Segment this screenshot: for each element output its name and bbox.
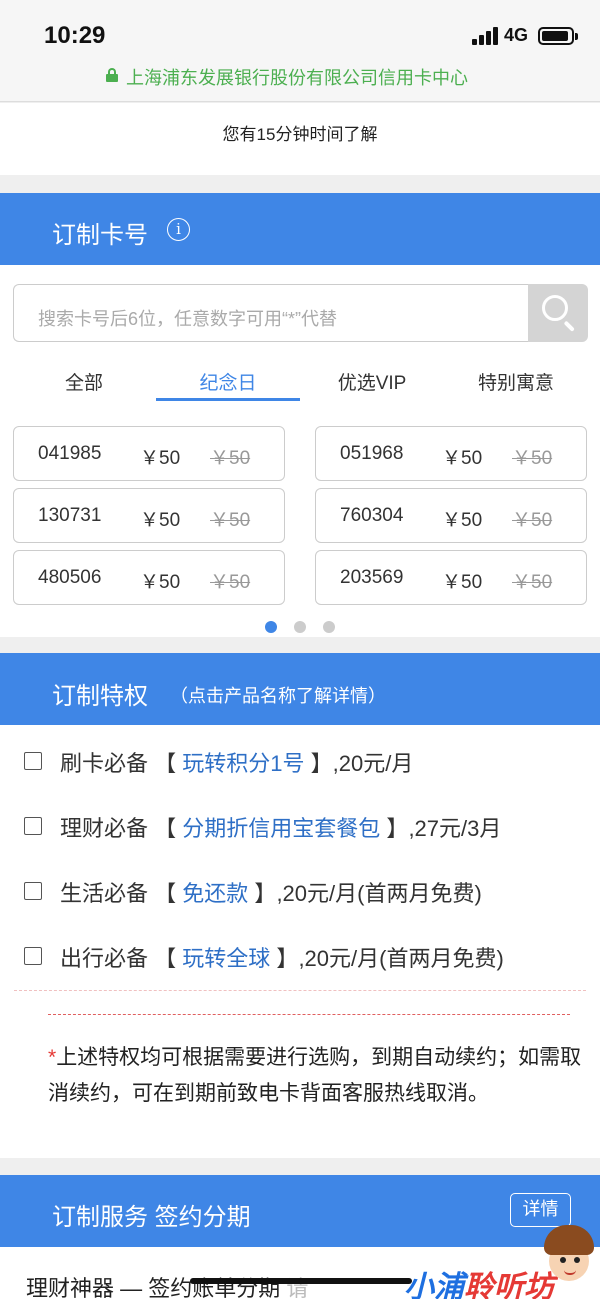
bracket-open: 【 <box>154 881 177 906</box>
tab-special-meaning[interactable]: 特别寓意 <box>444 368 588 395</box>
battery-icon <box>538 27 578 45</box>
privilege-checkbox[interactable] <box>24 817 42 835</box>
card-number: 480506 <box>38 567 102 588</box>
home-indicator <box>190 1278 412 1284</box>
page-dot-3[interactable] <box>323 621 335 633</box>
active-tab-indicator <box>156 398 300 401</box>
privilege-product-link[interactable]: 玩转积分1号 <box>182 751 304 776</box>
privilege-item: 理财必备 【 分期折信用宝套餐包 】,27元/3月 <box>0 807 600 847</box>
bracket-close: 】 <box>310 751 333 776</box>
card-original-price: ￥50 <box>210 572 251 593</box>
card-number: 130731 <box>38 505 102 526</box>
status-time: 10:29 <box>44 22 106 49</box>
divider <box>48 1014 570 1015</box>
bracket-close: 】 <box>386 816 409 841</box>
network-type: 4G <box>504 25 529 45</box>
privilege-item: 出行必备 【 玩转全球 】,20元/月(首两月免费) <box>0 937 600 977</box>
renewal-note: *上述特权均可根据需要进行选购，到期自动续约；如需取消续约，可在到期前致电卡背面… <box>48 1040 588 1112</box>
card-original-price: ￥50 <box>210 448 251 469</box>
card-original-price: ￥50 <box>210 510 251 531</box>
card-price: ￥50 <box>140 510 181 531</box>
page-dot-2[interactable] <box>294 621 306 633</box>
service-title: 订制服务 签约分期 <box>52 1204 251 1231</box>
privilege-checkbox[interactable] <box>24 752 42 770</box>
card-number-option[interactable]: 130731 ￥50 ￥50 <box>13 488 285 543</box>
privilege-price: ,20元/月 <box>332 751 414 776</box>
card-number: 051968 <box>340 443 404 464</box>
card-price: ￥50 <box>442 448 483 469</box>
info-icon[interactable]: i <box>167 218 190 241</box>
bracket-open: 【 <box>154 751 177 776</box>
bracket-open: 【 <box>154 946 177 971</box>
privilege-product-link[interactable]: 免还款 <box>182 881 248 906</box>
card-price: ￥50 <box>442 510 483 531</box>
card-price: ￥50 <box>442 572 483 593</box>
privilege-checkbox[interactable] <box>24 947 42 965</box>
watermark-logo: 小浦聆听坊 <box>404 1271 554 1299</box>
privilege-price: ,20元/月(首两月免费) <box>276 881 482 906</box>
privilege-category: 出行必备 <box>60 946 149 971</box>
privilege-category: 生活必备 <box>60 881 149 906</box>
card-number: 760304 <box>340 505 404 526</box>
divider <box>14 990 586 991</box>
search-icon <box>542 295 568 321</box>
privilege-category: 理财必备 <box>60 816 149 841</box>
tab-vip[interactable]: 优选VIP <box>300 368 444 395</box>
privilege-product-link[interactable]: 玩转全球 <box>182 946 270 971</box>
privileges-subtitle: （点击产品名称了解详情） <box>170 686 386 706</box>
required-star: * <box>48 1046 57 1069</box>
bracket-close: 】 <box>276 946 299 971</box>
privilege-checkbox[interactable] <box>24 882 42 900</box>
mascot-avatar-icon <box>540 1225 598 1295</box>
renewal-note-text: 上述特权均可根据需要进行选购，到期自动续约；如需取消续约，可在到期前致电卡背面客… <box>48 1046 582 1105</box>
tab-all[interactable]: 全部 <box>12 368 156 395</box>
privilege-price: ,27元/3月 <box>408 816 502 841</box>
privilege-item: 刷卡必备 【 玩转积分1号 】,20元/月 <box>0 742 600 782</box>
tab-anniversary[interactable]: 纪念日 <box>156 368 300 395</box>
privilege-category: 刷卡必备 <box>60 751 149 776</box>
notice-text: 您有15分钟时间了解 <box>222 125 378 144</box>
card-price: ￥50 <box>140 572 181 593</box>
privilege-item: 生活必备 【 免还款 】,20元/月(首两月免费) <box>0 872 600 912</box>
card-number: 203569 <box>340 567 404 588</box>
card-number-option[interactable]: 480506 ￥50 ￥50 <box>13 550 285 605</box>
lock-icon <box>106 68 118 82</box>
page-dot-1[interactable] <box>265 621 277 633</box>
details-button[interactable]: 详情 <box>510 1193 571 1227</box>
privilege-product-link[interactable]: 分期折信用宝套餐包 <box>182 816 380 841</box>
card-number-option[interactable]: 041985 ￥50 ￥50 <box>13 426 285 481</box>
card-original-price: ￥50 <box>512 510 553 531</box>
signal-strength-icon <box>472 27 498 45</box>
card-number-option[interactable]: 051968 ￥50 ￥50 <box>315 426 587 481</box>
card-number-option[interactable]: 760304 ￥50 ￥50 <box>315 488 587 543</box>
card-number: 041985 <box>38 443 102 464</box>
custom-number-title: 订制卡号 <box>52 222 148 249</box>
bracket-close: 】 <box>254 881 277 906</box>
search-button[interactable] <box>528 284 588 342</box>
site-title[interactable]: 上海浦东发展银行股份有限公司信用卡中心 <box>126 64 468 90</box>
card-number-option[interactable]: 203569 ￥50 ￥50 <box>315 550 587 605</box>
service-item[interactable]: 理财神器 — 签约账单分期 请 <box>26 1271 308 1299</box>
privileges-title: 订制特权 <box>52 683 148 710</box>
search-placeholder: 搜索卡号后6位，任意数字可用“*”代替 <box>38 309 338 329</box>
card-price: ￥50 <box>140 448 181 469</box>
card-original-price: ￥50 <box>512 572 553 593</box>
bracket-open: 【 <box>154 816 177 841</box>
privilege-price: ,20元/月(首两月免费) <box>298 946 504 971</box>
card-original-price: ￥50 <box>512 448 553 469</box>
